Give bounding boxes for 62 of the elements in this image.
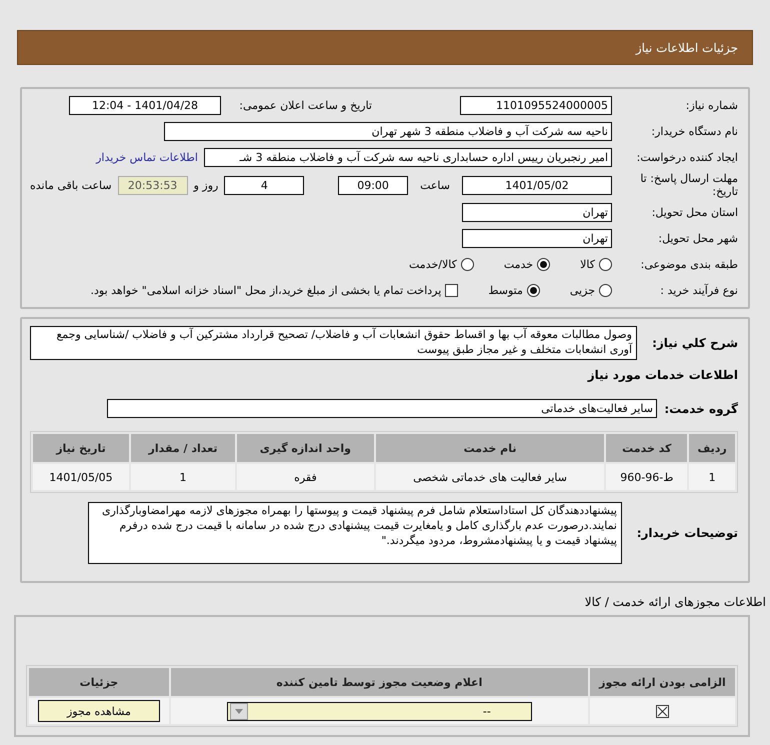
field-label: استان محل تحویل: [650,206,738,220]
field-label: ایجاد کننده درخواست: [636,150,738,164]
radio-label: کالا/خدمت [409,258,457,272]
radio-button[interactable] [526,284,540,298]
checkbox[interactable] [445,284,458,298]
checkbox-label: پرداخت تمام یا بخشی از مبلغ خرید،از محل "اسناد خزانه اسلامی" خواهد بود. [90,284,442,298]
column-header: واحد اندازه گیری [237,434,374,462]
radio-label: کالا [580,258,595,272]
column-header: تاریخ نیاز [33,434,129,462]
table-cell: 1401/05/05 [33,464,129,490]
table-cell: 1 [689,464,735,490]
contact-link[interactable]: اطلاعات تماس خریدار [96,151,198,164]
field-label: مهلت ارسال پاسخ: تا تاریخ: [639,172,738,198]
table-cell: 1 [130,464,236,490]
text-field[interactable]: تهران [462,203,612,222]
text-field[interactable]: امیر رنجبریان رییس اداره حسابداری ناحیه سه شرکت آب و فاضلاب منطقه 3 شـ [204,148,612,167]
days-field[interactable]: 4 [224,176,304,195]
text-field[interactable]: ناحیه سه شرکت آب و فاضلاب منطقه 3 شهر تهران [164,122,612,141]
table-cell: ط-96-960 [606,464,688,490]
time-label: ساعت [420,178,450,192]
days-label: روز و [194,178,218,192]
column-header: کد خدمت [606,434,688,462]
remaining-time: 20:53:53 [118,176,188,195]
view-permit-button[interactable]: مشاهده مجوز [38,700,160,722]
section-heading: اطلاعات خدمات مورد نیاز [588,368,738,382]
date-field[interactable]: 1401/05/02 [462,176,612,195]
column-header: جزئیات [29,668,169,696]
field-label: شرح کلي نیاز: [651,336,738,351]
field-label: نوع فرآیند خرید : [659,284,738,298]
status-dropdown[interactable]: -- [226,702,532,721]
field-label: توضیحات خریدار: [636,526,738,541]
column-header: اعلام وضعیت مجوز توسط تامین کننده [170,668,588,696]
remaining-label: ساعت باقی مانده [30,178,112,192]
text-field[interactable]: 1401/04/28 - 12:04 [69,96,221,115]
table-cell: سایر فعالیت های خدماتی شخصی [376,464,604,490]
time-field[interactable]: 09:00 [338,176,408,195]
notes-field[interactable]: پیشنهاددهندگان کل استاداستعلام شامل فرم پیشنهاد قیمت و پیوستها را بهمراه مجوزهای لازمه مهرامضاوبارگذاری نمایند.درصورت عدم بارگذاری کامل و یامغایرت قیمت پیشنهادی درج شده در سامانه با قیمت درج شده درفرم پیشنهاد قیمت و یا پیشنهادمشروط، مردود میگردند." [88,502,622,564]
field-label: نام دستگاه خریدار: [650,124,738,138]
field-label: شماره نیاز: [684,98,738,112]
column-header: نام خدمت [376,434,604,462]
radio-button[interactable] [599,258,612,272]
table-cell: فقره [237,464,374,490]
field-label: شهر محل تحویل: [657,232,738,246]
caret-icon [230,702,248,720]
section-title: اطلاعات مجوزهای ارائه خدمت / کالا [584,595,766,610]
radio-label: جزیی [570,284,595,298]
text-field[interactable]: 1101095524000005 [460,96,612,115]
radio-label: خدمت [504,258,534,272]
description-field[interactable]: وصول مطالبات معوقه آب بها و اقساط حقوق انشعابات آب و فاضلاب/ تصحیح قرارداد مشترکین آب و فاضلاب /شناسایی وجمع آوری انشعابات متخلف و غیر مجاز طبق پیوست [30,326,637,360]
text-field[interactable]: تهران [462,229,612,248]
radio-button[interactable] [537,258,550,272]
field-label: تاریخ و ساعت اعلان عمومی: [238,98,372,112]
page-title: جزئیات اطلاعات نیاز [636,40,738,54]
column-header: ردیف [689,434,735,462]
radio-button[interactable] [460,258,474,272]
service-group-field[interactable]: سایر فعالیت‌های خدماتی [107,399,657,418]
column-header: الزامی بودن ارائه مجوز [590,668,735,696]
radio-label: متوسط [488,284,523,298]
field-label: گروه خدمت: [663,402,738,416]
radio-button[interactable] [599,284,612,298]
field-label: طبقه بندی موضوعی: [640,258,738,272]
column-header: تعداد / مقدار [130,434,236,462]
